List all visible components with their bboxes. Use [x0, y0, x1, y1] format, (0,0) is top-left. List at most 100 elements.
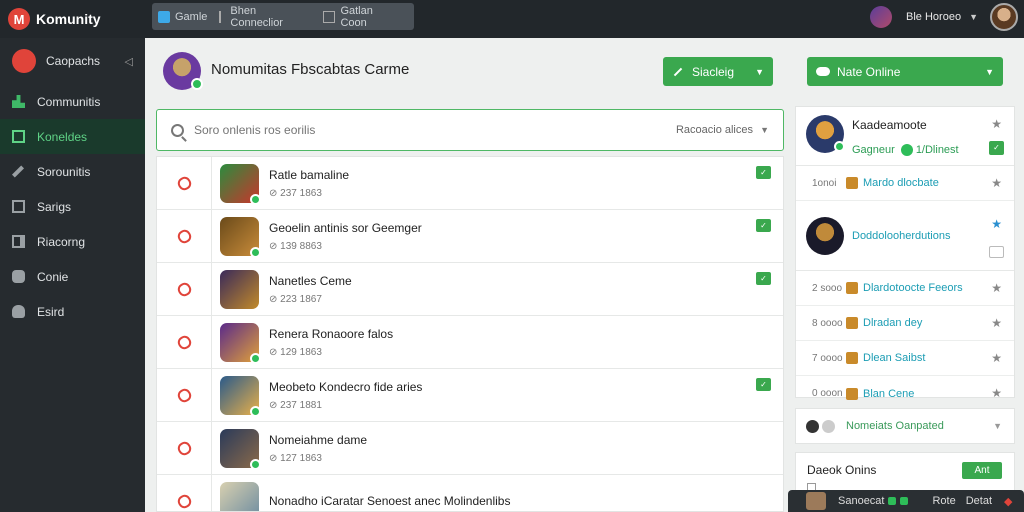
- frame-icon: [12, 235, 25, 248]
- star-icon[interactable]: ★: [991, 351, 1002, 365]
- list-item-title: Nomeiahme dame: [269, 432, 368, 447]
- star-icon[interactable]: ★: [991, 386, 1002, 400]
- member-name[interactable]: Mardo dlocbate: [863, 177, 939, 189]
- collapse-icon[interactable]: ◁: [125, 55, 133, 68]
- star-icon[interactable]: ★: [991, 316, 1002, 330]
- members-list: Kaadeamoote Gagneur 1/Dlinest ★ ✓ 1onoi M…: [795, 106, 1015, 400]
- list-item[interactable]: Renera Ronaoore falos ⊘ 129 1863: [157, 316, 783, 369]
- online-indicator: [250, 458, 261, 470]
- check-badge[interactable]: ✓: [989, 141, 1004, 155]
- member-name[interactable]: Doddolooherdutions: [852, 230, 950, 242]
- member-time: 7 oooo: [812, 352, 843, 364]
- member-row[interactable]: 1onoi Mardo dlocbate ★: [796, 166, 1014, 201]
- list-item-tag: [157, 316, 212, 368]
- list-item[interactable]: Meobeto Kondecro fide aries ⊘ 237 1881 ✓: [157, 369, 783, 422]
- member-row[interactable]: 0 ooon Blan Cene ★: [796, 376, 1014, 411]
- sidebar-item-sarigs[interactable]: Sarigs: [0, 189, 145, 224]
- list-item[interactable]: Nomeiahme dame ⊘ 127 1863: [157, 422, 783, 475]
- chat-bar[interactable]: Sanoecat Rote Detat ◆: [788, 490, 1024, 512]
- tag-icon[interactable]: [175, 439, 193, 457]
- bookmark-icon: [219, 10, 225, 23]
- game-icon: [846, 177, 858, 189]
- star-icon[interactable]: ★: [991, 217, 1002, 231]
- search-input[interactable]: [194, 123, 634, 137]
- sidebar-item-esird[interactable]: Esird: [0, 294, 145, 329]
- pencil-icon: [11, 165, 25, 178]
- sidebar-item-koneldes[interactable]: Koneldes: [0, 119, 145, 154]
- sidebar-header[interactable]: Caopachs ◁: [0, 38, 145, 84]
- search-filter[interactable]: Racoacio alices: [676, 124, 753, 136]
- member-row[interactable]: 7 oooo Dlean Saibst ★: [796, 341, 1014, 376]
- tag-icon[interactable]: [175, 227, 193, 245]
- avatar[interactable]: [990, 3, 1018, 31]
- group-icons: [806, 419, 838, 433]
- chevron-down-icon[interactable]: ▼: [760, 125, 769, 135]
- group-dropdown[interactable]: Nomeiats Oanpated ▼: [795, 408, 1015, 444]
- group-label: Nomeiats Oanpated: [846, 420, 944, 432]
- avatar: [806, 115, 845, 153]
- member-featured[interactable]: Kaadeamoote Gagneur 1/Dlinest ★ ✓: [796, 107, 1014, 166]
- sidebar-item-riacorng[interactable]: Riacorng: [0, 224, 145, 259]
- tag-icon[interactable]: [175, 174, 193, 192]
- sidebar: Caopachs ◁ Communitis Koneldes Sorouniti…: [0, 38, 145, 512]
- member-name[interactable]: Dlradan dey: [863, 317, 922, 329]
- game-thumbnail: [220, 269, 259, 309]
- online-indicator: [834, 141, 845, 152]
- image-icon: [12, 200, 25, 213]
- check-badge[interactable]: ✓: [756, 219, 771, 232]
- game-icon: [846, 352, 858, 364]
- game-thumbnail: [220, 375, 261, 417]
- sidebar-item-sorounitis[interactable]: Sorounitis: [0, 154, 145, 189]
- check-badge[interactable]: ✓: [756, 166, 771, 179]
- tag-icon[interactable]: [175, 492, 193, 510]
- tag-icon[interactable]: [175, 386, 193, 404]
- app-logo[interactable]: M Komunity: [8, 8, 148, 30]
- arrow-icon[interactable]: ◆: [1004, 495, 1012, 508]
- tab-gamle[interactable]: Gamle: [158, 10, 207, 23]
- sidebar-item-communitis[interactable]: Communitis: [0, 84, 145, 119]
- list-item[interactable]: Ratle bamaline ⊘ 237 1863 ✓: [157, 157, 783, 210]
- member-time: 0 ooon: [812, 388, 843, 399]
- tag-icon[interactable]: [175, 333, 193, 351]
- tab-coon[interactable]: Gatlan Coon: [323, 5, 402, 29]
- member-featured[interactable]: Doddolooherdutions ★: [796, 201, 1014, 271]
- member-name: Kaadeamoote: [852, 118, 927, 132]
- image-icon[interactable]: [989, 246, 1004, 258]
- list-item-title: Meobeto Kondecro fide aries: [269, 379, 423, 394]
- right-panel: Nate Online ▼ Kaadeamoote Gagneur 1/Dline…: [795, 38, 1024, 512]
- check-badge[interactable]: ✓: [756, 272, 771, 285]
- member-row[interactable]: 2 sooo Dlardotoocte Feeors ★: [796, 271, 1014, 306]
- user-menu[interactable]: Ble Horoeo ▼: [870, 2, 1018, 32]
- member-name[interactable]: Dlardotoocte Feeors: [863, 282, 963, 294]
- bar-chart-icon: [12, 95, 25, 108]
- member-name[interactable]: Blan Cene: [863, 388, 914, 400]
- notification-avatar[interactable]: [870, 6, 893, 28]
- chat-vote[interactable]: Rote: [932, 495, 955, 507]
- settings-dropdown-button[interactable]: Siacleig ▼: [663, 57, 773, 86]
- online-label: Nate Online: [837, 64, 901, 79]
- chevron-down-icon: ▼: [969, 12, 978, 22]
- list-item-title: Nonadho iCaratar Senoest anec Molindenli…: [269, 494, 511, 508]
- star-icon[interactable]: ★: [991, 117, 1002, 131]
- game-avatar[interactable]: [163, 52, 203, 90]
- online-dropdown-button[interactable]: Nate Online ▼: [807, 57, 1003, 86]
- member-name[interactable]: Dlean Saibst: [863, 352, 925, 364]
- list-item[interactable]: Nanetles Ceme ⊘ 223 1867 ✓: [157, 263, 783, 316]
- check-badge[interactable]: ✓: [756, 378, 771, 391]
- list-item[interactable]: Nonadho iCaratar Senoest anec Molindenli…: [157, 475, 783, 511]
- game-thumbnail: [220, 481, 259, 511]
- add-button[interactable]: Ant: [962, 462, 1002, 479]
- list-item[interactable]: Geoelin antinis sor Geemger ⊘ 139 8863 ✓: [157, 210, 783, 263]
- list-item-title: Renera Ronaoore falos: [269, 326, 394, 341]
- tab-connection[interactable]: Bhen Conneclior: [219, 5, 311, 29]
- star-icon[interactable]: ★: [991, 281, 1002, 295]
- app-name: Komunity: [36, 11, 101, 27]
- list-item-title: Geoelin antinis sor Geemger: [269, 220, 422, 235]
- sidebar-item-conie[interactable]: Conie: [0, 259, 145, 294]
- list-item-meta-value: 237 1881: [280, 399, 322, 411]
- member-row[interactable]: 8 oooo Dlradan dey ★: [796, 306, 1014, 341]
- chat-action[interactable]: Detat: [966, 495, 992, 507]
- list-item-meta: ⊘ 237 1881: [269, 399, 322, 411]
- tag-icon[interactable]: [175, 280, 193, 298]
- star-icon[interactable]: ★: [991, 176, 1002, 190]
